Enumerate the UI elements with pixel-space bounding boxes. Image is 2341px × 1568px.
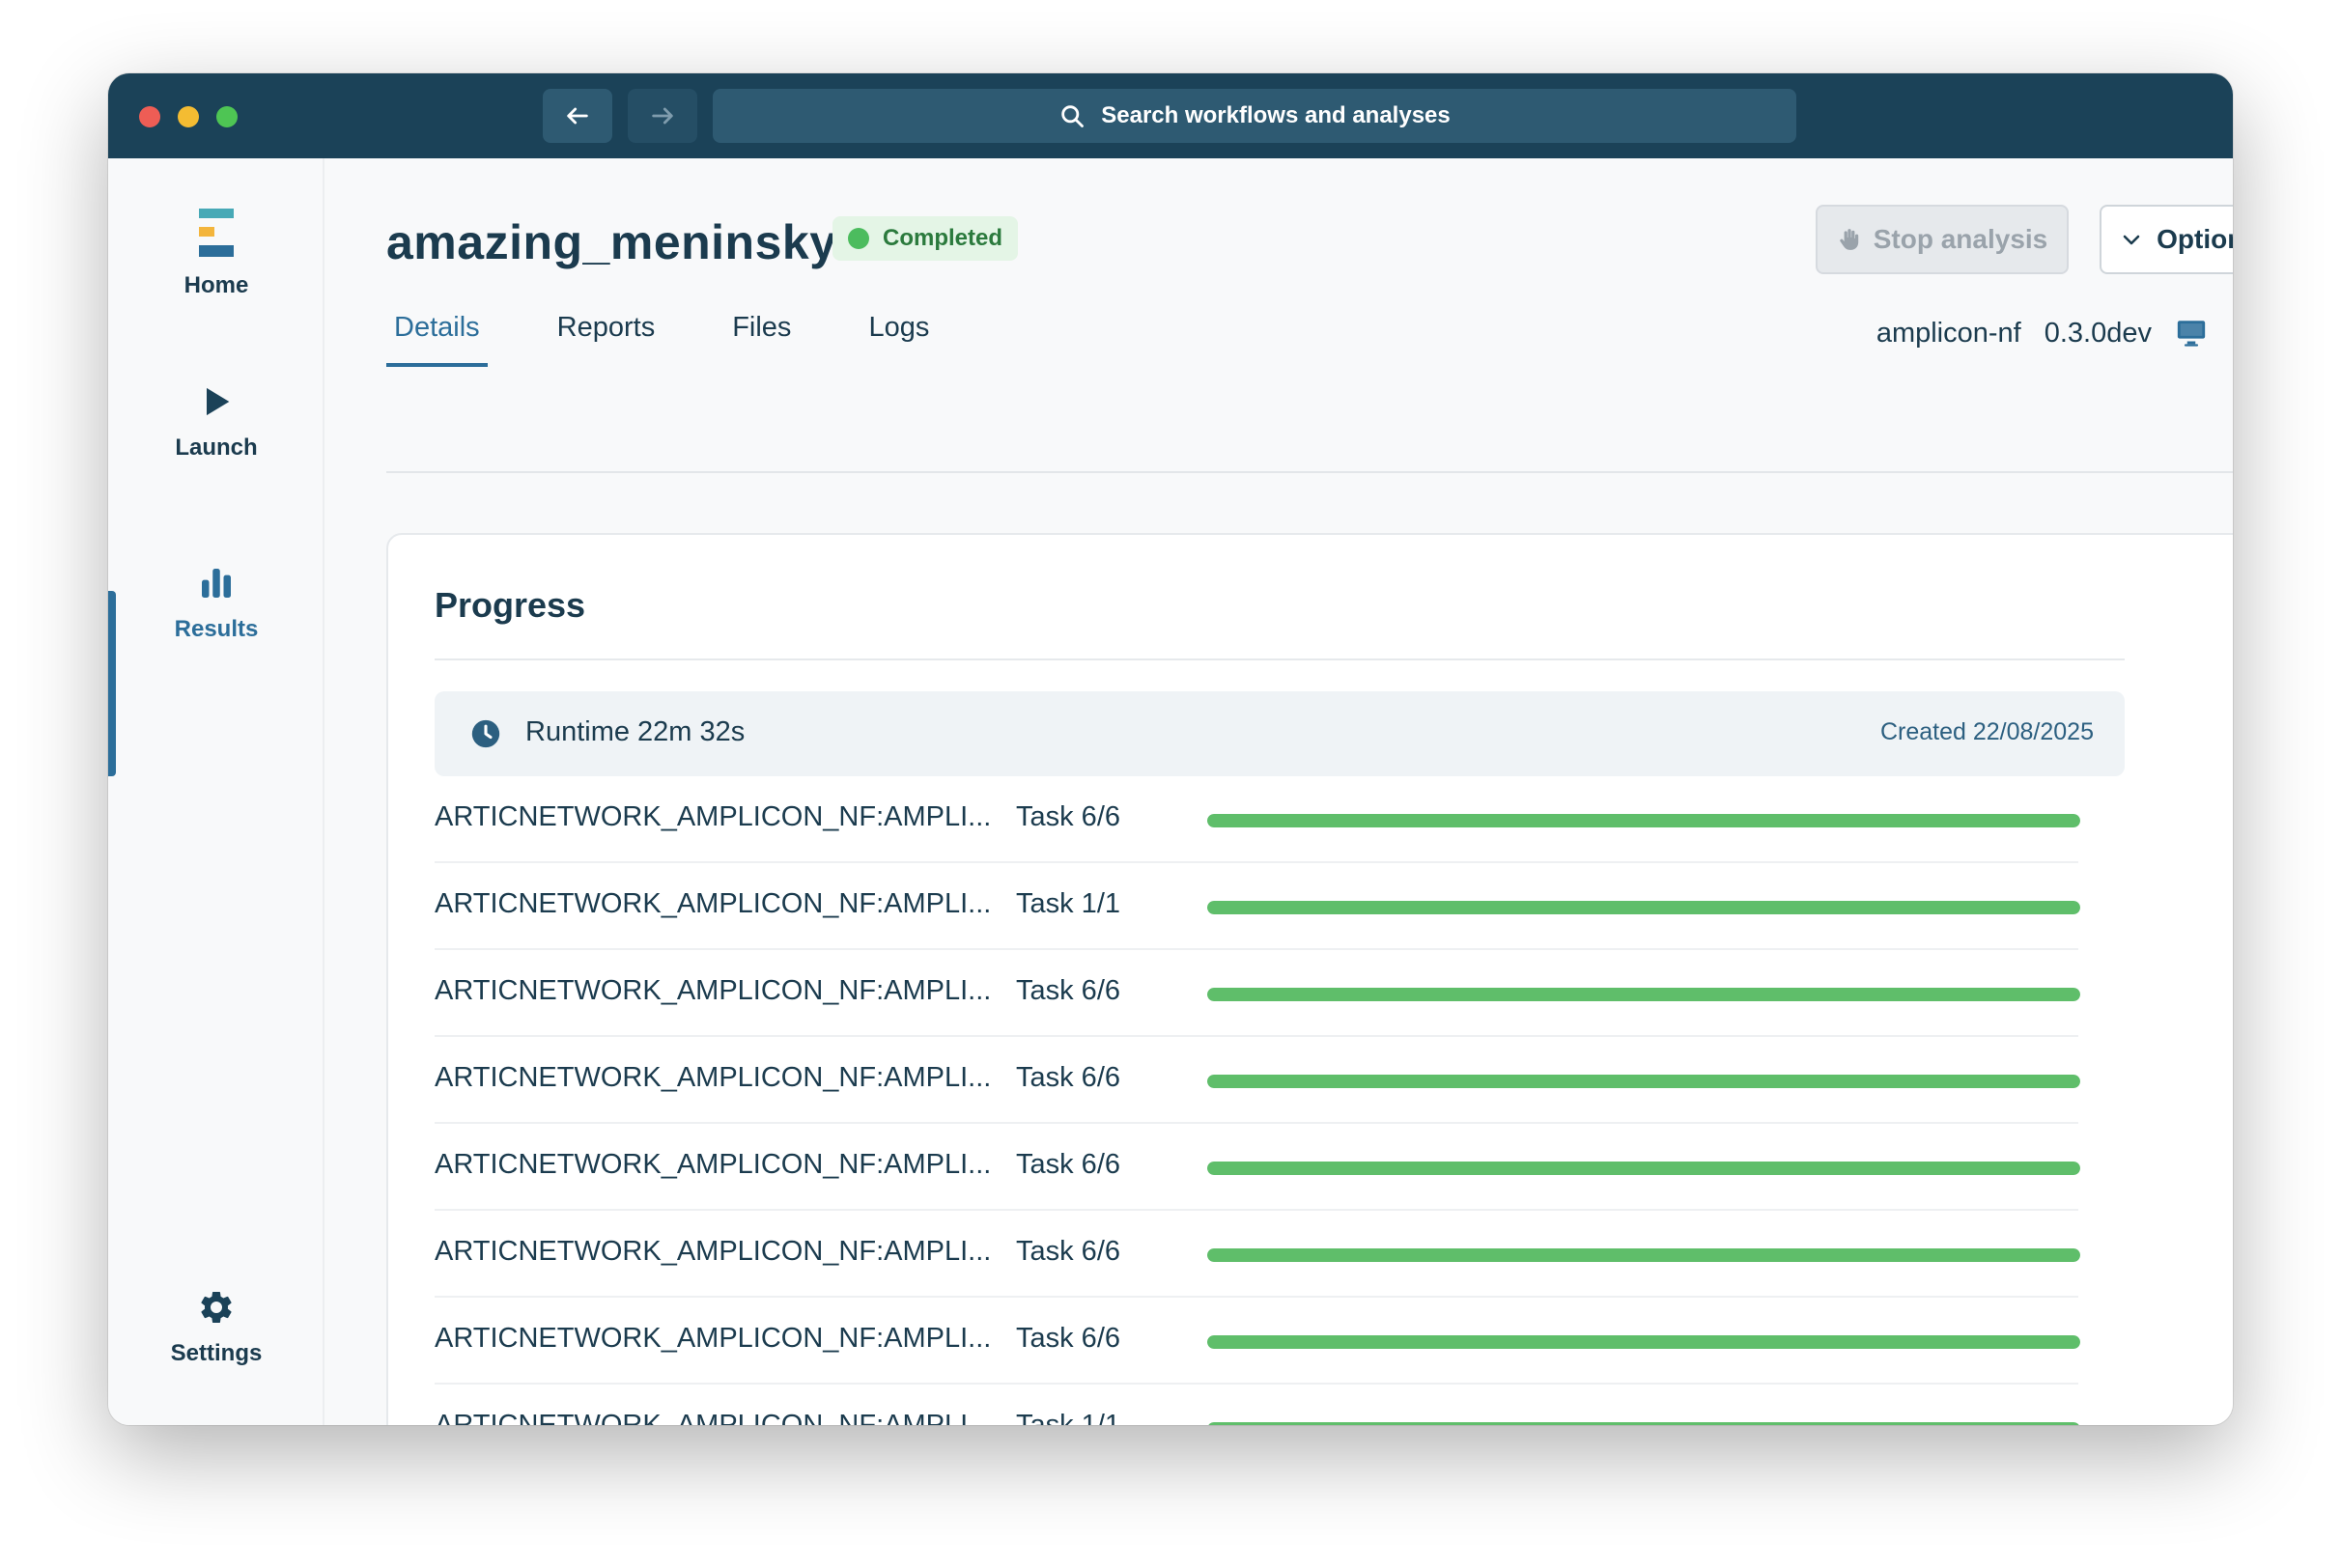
runtime-panel: Runtime 22m 32s Created 22/08/2025	[435, 691, 2125, 776]
task-row: ARTICNETWORK_AMPLICON_NF:AMPLI... Task 6/…	[435, 1037, 2080, 1124]
created-date: Created 22/08/2025	[1879, 718, 2094, 745]
back-button[interactable]	[543, 89, 612, 143]
options-button[interactable]: Options	[2100, 205, 2233, 274]
task-row: ARTICNETWORK_AMPLICON_NF:AMPLI... Task 1/…	[435, 863, 2080, 950]
task-row: ARTICNETWORK_AMPLICON_NF:AMPLI... Task 6/…	[435, 950, 2080, 1037]
workflow-info: amplicon-nf 0.3.0dev	[1876, 317, 2208, 350]
tab-reports[interactable]: Reports	[550, 299, 663, 367]
task-row: ARTICNETWORK_AMPLICON_NF:AMPLI... Task 6/…	[435, 1124, 2080, 1211]
task-progress-bar	[1207, 1422, 2080, 1425]
options-label: Options	[2157, 224, 2233, 254]
task-name: ARTICNETWORK_AMPLICON_NF:AMPLI...	[435, 1323, 992, 1354]
app-window: Search workflows and analyses Home Launc…	[108, 73, 2233, 1425]
arrow-right-icon	[652, 107, 673, 125]
sidebar-item-label: Home	[183, 272, 249, 298]
sidebar-item-launch[interactable]: Launch	[108, 382, 324, 462]
main-content: amazing_meninsky Completed Stop analysis…	[326, 158, 2233, 1425]
status-badge: Completed	[832, 216, 1019, 261]
title-bar: Search workflows and analyses	[108, 73, 2233, 158]
task-progress-fill	[1207, 1162, 2080, 1175]
task-progress-fill	[1207, 1335, 2080, 1349]
tab-logs[interactable]: Logs	[860, 299, 937, 367]
search-input[interactable]: Search workflows and analyses	[713, 89, 1796, 143]
task-row: ARTICNETWORK_AMPLICON_NF:AMPLI... Task 6/…	[435, 1211, 2080, 1298]
sidebar-item-label: Launch	[175, 434, 258, 461]
task-name: ARTICNETWORK_AMPLICON_NF:AMPLI...	[435, 1149, 992, 1180]
task-count: Task 6/6	[1016, 975, 1120, 1006]
task-name: ARTICNETWORK_AMPLICON_NF:AMPLI...	[435, 1236, 992, 1267]
task-name: ARTICNETWORK_AMPLICON_NF:AMPLI...	[435, 975, 992, 1006]
arrow-left-icon	[567, 107, 588, 125]
stop-analysis-label: Stop analysis	[1873, 224, 2048, 254]
tab-files[interactable]: Files	[724, 299, 799, 367]
task-progress-fill	[1207, 1075, 2080, 1088]
status-dot-icon	[848, 228, 869, 249]
task-count: Task 6/6	[1016, 1236, 1120, 1267]
sidebar-item-label: Settings	[170, 1340, 263, 1366]
task-progress-fill	[1207, 901, 2080, 914]
task-count: Task 6/6	[1016, 801, 1120, 832]
task-progress-bar	[1207, 988, 2080, 1001]
task-progress-bar	[1207, 1075, 2080, 1088]
task-count: Task 6/6	[1016, 1062, 1120, 1093]
chevron-down-icon	[2123, 235, 2140, 245]
task-progress-fill	[1207, 1248, 2080, 1262]
search-icon	[1061, 105, 1085, 127]
card-divider	[435, 658, 2125, 660]
sidebar-item-settings[interactable]: Settings	[108, 1288, 324, 1367]
progress-title: Progress	[435, 585, 586, 625]
search-placeholder: Search workflows and analyses	[1101, 102, 1451, 128]
task-name: ARTICNETWORK_AMPLICON_NF:AMPLI...	[435, 1410, 992, 1425]
minimize-window-button[interactable]	[178, 106, 199, 127]
task-row: ARTICNETWORK_AMPLICON_NF:AMPLI... Task 6/…	[435, 1298, 2080, 1385]
stop-analysis-button[interactable]: Stop analysis	[1816, 205, 2069, 274]
bar-chart-icon	[202, 569, 231, 598]
forward-button[interactable]	[628, 89, 697, 143]
workflow-version: 0.3.0dev	[2044, 317, 2152, 349]
hand-stop-icon	[1840, 229, 1858, 250]
sidebar: Home Launch Results Settings	[108, 158, 324, 1425]
task-progress-bar	[1207, 814, 2080, 827]
task-count: Task 6/6	[1016, 1149, 1120, 1180]
status-label: Completed	[883, 225, 1003, 251]
sidebar-item-results[interactable]: Results	[108, 564, 324, 643]
close-window-button[interactable]	[139, 106, 160, 127]
epi2me-logo-icon	[199, 209, 234, 257]
task-name: ARTICNETWORK_AMPLICON_NF:AMPLI...	[435, 801, 992, 832]
task-progress-bar	[1207, 1248, 2080, 1262]
clock-icon	[471, 719, 500, 748]
page-title: amazing_meninsky	[386, 215, 837, 269]
play-icon	[207, 387, 230, 416]
tab-details[interactable]: Details	[386, 299, 488, 367]
monitor-icon	[2177, 321, 2206, 347]
task-progress-fill	[1207, 988, 2080, 1001]
task-name: ARTICNETWORK_AMPLICON_NF:AMPLI...	[435, 1062, 992, 1093]
task-progress-fill	[1207, 1422, 2080, 1425]
workflow-name: amplicon-nf	[1876, 317, 2021, 349]
sidebar-item-label: Results	[174, 616, 259, 642]
task-name: ARTICNETWORK_AMPLICON_NF:AMPLI...	[435, 888, 992, 919]
maximize-window-button[interactable]	[216, 106, 238, 127]
task-row: ARTICNETWORK_AMPLICON_NF:AMPLI... Task 6/…	[435, 776, 2080, 863]
task-row: ARTICNETWORK_AMPLICON_NF:AMPLI... Task 1/…	[435, 1385, 2080, 1425]
task-count: Task 1/1	[1016, 888, 1120, 919]
task-count: Task 6/6	[1016, 1323, 1120, 1354]
progress-card: Progress Runtime 22m 32s Created 22/08/2…	[386, 533, 2233, 1425]
sidebar-item-home[interactable]: Home	[108, 209, 324, 299]
task-progress-bar	[1207, 1162, 2080, 1175]
task-progress-fill	[1207, 814, 2080, 827]
tabs-divider	[386, 471, 2233, 473]
task-progress-bar	[1207, 1335, 2080, 1349]
task-progress-bar	[1207, 901, 2080, 914]
runtime-label: Runtime 22m 32s	[525, 716, 746, 747]
task-count: Task 1/1	[1016, 1410, 1120, 1425]
tab-bar: Details Reports Files Logs	[386, 299, 999, 367]
gear-icon	[201, 1292, 232, 1323]
